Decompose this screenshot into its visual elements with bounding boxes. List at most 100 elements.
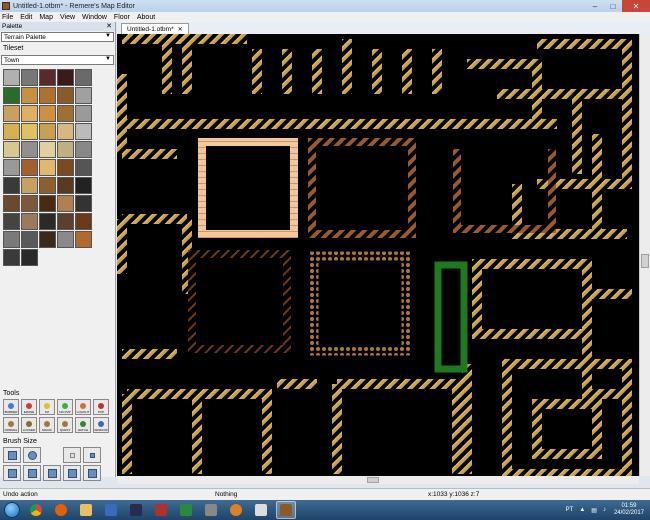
tile-swatch[interactable] — [39, 195, 56, 212]
tool-quest-button[interactable]: QUEST — [57, 417, 73, 433]
tile-swatch[interactable] — [57, 141, 74, 158]
tile-swatch[interactable] — [39, 87, 56, 104]
tab-close-icon[interactable]: ✕ — [178, 26, 183, 33]
tile-swatch[interactable] — [39, 159, 56, 176]
tool-locked-button[interactable]: LOCKED — [21, 417, 37, 433]
tile-swatch[interactable] — [21, 159, 38, 176]
tile-swatch[interactable] — [21, 195, 38, 212]
network-icon[interactable]: ▤ — [591, 507, 597, 514]
tile-swatch[interactable] — [21, 69, 38, 86]
tile-swatch[interactable] — [75, 195, 92, 212]
tile-swatch[interactable] — [3, 123, 20, 140]
menu-view[interactable]: View — [60, 14, 75, 21]
brush-size-5-button[interactable] — [43, 465, 61, 481]
tile-swatch[interactable] — [75, 213, 92, 230]
tile-swatch[interactable] — [21, 231, 38, 248]
start-button-icon[interactable] — [4, 502, 20, 518]
taskbar-app-blue[interactable] — [101, 501, 121, 519]
brush-size-2-button[interactable] — [83, 447, 101, 463]
tile-swatch[interactable] — [39, 123, 56, 140]
taskbar-app-white[interactable] — [251, 501, 271, 519]
tile-swatch[interactable] — [3, 69, 20, 86]
palette-select[interactable]: Terrain Palette ▼ — [1, 32, 114, 42]
menu-edit[interactable]: Edit — [20, 14, 32, 21]
tool-pvp-button[interactable]: PVP — [93, 399, 109, 415]
tile-swatch[interactable] — [39, 141, 56, 158]
tray-arrow-icon[interactable]: ▲ — [579, 507, 585, 513]
tile-swatch[interactable] — [3, 195, 20, 212]
tile-swatch[interactable] — [57, 159, 74, 176]
tile-swatch[interactable] — [75, 177, 92, 194]
tile-swatch[interactable] — [3, 105, 20, 122]
tile-swatch[interactable] — [39, 177, 56, 194]
brush-size-6-button[interactable] — [63, 465, 81, 481]
map-view[interactable] — [117, 34, 639, 476]
taskbar-app-green[interactable] — [176, 501, 196, 519]
horizontal-scrollbar[interactable] — [117, 476, 639, 484]
tile-swatch[interactable] — [3, 177, 20, 194]
tile-swatch[interactable] — [3, 141, 20, 158]
tool-window-button[interactable]: WINDOW — [93, 417, 109, 433]
tool-erase-button[interactable]: ERASE — [21, 399, 37, 415]
taskbar-explorer[interactable] — [76, 501, 96, 519]
tile-swatch[interactable] — [75, 141, 92, 158]
tile-swatch[interactable] — [3, 87, 20, 104]
taskbar-map-editor[interactable] — [276, 501, 296, 519]
tool-border-button[interactable]: BORDER — [3, 399, 19, 415]
tile-swatch[interactable] — [3, 249, 20, 266]
close-icon[interactable]: ✕ — [622, 0, 650, 12]
brush-circle-button[interactable] — [23, 447, 41, 463]
tool-pz-button[interactable]: PZ — [39, 399, 55, 415]
maximize-icon[interactable]: □ — [604, 0, 622, 12]
tile-swatch[interactable] — [3, 231, 20, 248]
tool-hatch-button[interactable]: HATCH — [75, 417, 91, 433]
tile-swatch[interactable] — [57, 195, 74, 212]
tool-no-pvp-button[interactable]: NO PVP — [57, 399, 73, 415]
tile-swatch[interactable] — [75, 105, 92, 122]
horizontal-scroll-thumb[interactable] — [367, 477, 379, 483]
taskbar-firefox[interactable] — [51, 501, 71, 519]
tile-swatch[interactable] — [21, 105, 38, 122]
tile-swatch[interactable] — [75, 87, 92, 104]
volume-icon[interactable]: ♪ — [603, 507, 606, 513]
taskbar-app-gray[interactable] — [201, 501, 221, 519]
map-canvas[interactable] — [117, 34, 639, 476]
tool-magic-button[interactable]: MAGIC — [39, 417, 55, 433]
menu-floor[interactable]: Floor — [114, 14, 130, 21]
tile-swatch[interactable] — [75, 69, 92, 86]
tile-swatch[interactable] — [21, 141, 38, 158]
taskbar-chrome[interactable] — [26, 501, 46, 519]
tile-swatch[interactable] — [39, 231, 56, 248]
taskbar-app-dark[interactable] — [126, 501, 146, 519]
tile-swatch[interactable] — [21, 123, 38, 140]
minimize-icon[interactable]: – — [586, 0, 604, 12]
menu-file[interactable]: File — [2, 14, 13, 21]
tool-logout-button[interactable]: LOGOUT — [75, 399, 91, 415]
tile-swatch[interactable] — [75, 123, 92, 140]
brush-size-4-button[interactable] — [23, 465, 41, 481]
clock[interactable]: 01:59 24/02/2017 — [614, 503, 644, 517]
tile-swatch[interactable] — [21, 249, 38, 266]
tile-swatch[interactable] — [21, 177, 38, 194]
language-indicator[interactable]: PT — [566, 507, 574, 513]
tile-swatch[interactable] — [39, 213, 56, 230]
vertical-scrollbar[interactable] — [639, 34, 650, 476]
brush-size-7-button[interactable] — [83, 465, 101, 481]
tile-swatch[interactable] — [75, 159, 92, 176]
tile-swatch[interactable] — [57, 231, 74, 248]
menu-map[interactable]: Map — [39, 14, 53, 21]
vertical-scroll-thumb[interactable] — [641, 254, 649, 268]
brush-square-button[interactable] — [3, 447, 21, 463]
tile-swatch[interactable] — [57, 123, 74, 140]
tile-swatch[interactable] — [57, 105, 74, 122]
menu-window[interactable]: Window — [82, 14, 107, 21]
tool-normal-button[interactable]: NORMAL — [3, 417, 19, 433]
tileset-select[interactable]: Town ▼ — [1, 55, 114, 65]
tile-swatch[interactable] — [3, 159, 20, 176]
taskbar-app-orange[interactable] — [226, 501, 246, 519]
brush-size-3-button[interactable] — [3, 465, 21, 481]
brush-size-1-button[interactable] — [63, 447, 81, 463]
tile-swatch[interactable] — [21, 87, 38, 104]
tile-swatch[interactable] — [39, 69, 56, 86]
tile-swatch[interactable] — [21, 213, 38, 230]
